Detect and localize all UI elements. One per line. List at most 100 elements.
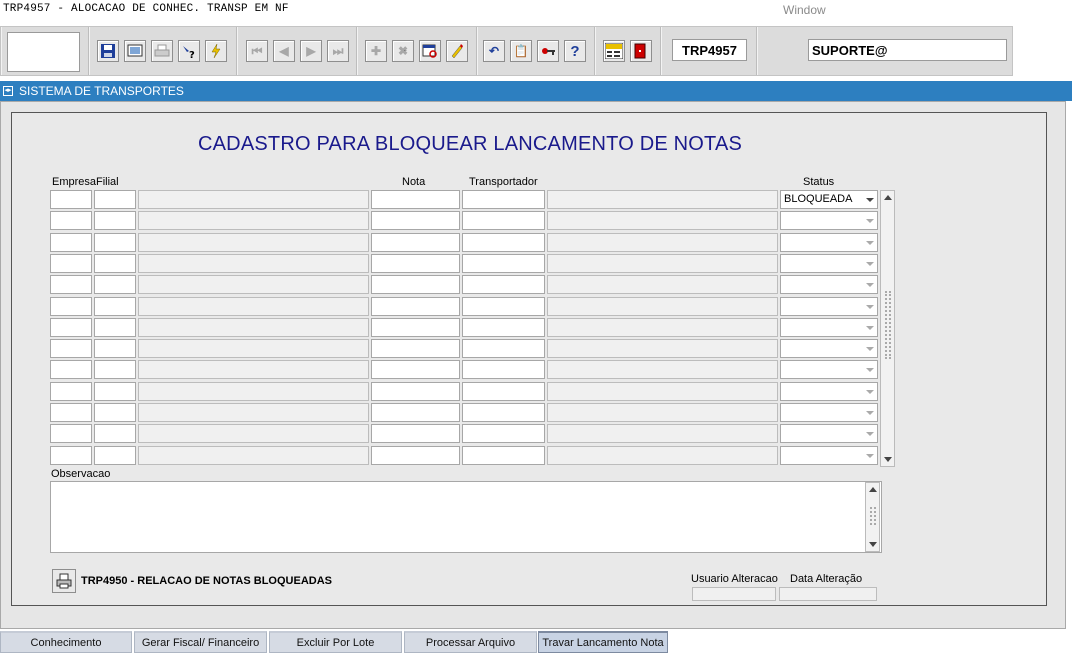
filial-field[interactable] — [94, 211, 136, 231]
empresa-field[interactable] — [50, 381, 92, 401]
chevron-down-icon[interactable] — [866, 304, 874, 309]
nota-field[interactable] — [371, 317, 460, 337]
nota-field[interactable] — [371, 424, 460, 444]
report-print-button[interactable] — [52, 569, 76, 593]
scroll-down-icon[interactable] — [884, 457, 892, 462]
scroll-down-icon[interactable] — [869, 542, 877, 547]
filial-field[interactable] — [94, 232, 136, 252]
chevron-down-icon[interactable] — [866, 198, 874, 202]
status-select[interactable] — [780, 211, 878, 231]
empresa-field[interactable] — [50, 403, 92, 422]
filial-field[interactable] — [94, 403, 136, 422]
transportador-field[interactable] — [462, 190, 545, 209]
nota-field[interactable] — [371, 296, 460, 316]
key-button[interactable] — [537, 40, 559, 62]
last-record-button[interactable]: ⏭ — [327, 40, 349, 62]
nota-field[interactable] — [371, 232, 460, 252]
nota-field[interactable] — [371, 211, 460, 231]
tab-gerar-fiscal-financeiro[interactable]: Gerar Fiscal/ Financeiro — [134, 631, 267, 653]
filial-field[interactable] — [94, 275, 136, 295]
status-select[interactable] — [780, 424, 878, 444]
tab-excluir-por-lote[interactable]: Excluir Por Lote — [269, 631, 402, 653]
nota-field[interactable] — [371, 381, 460, 401]
transportador-field[interactable] — [462, 424, 545, 444]
empresa-field[interactable] — [50, 296, 92, 316]
exit-button[interactable] — [630, 40, 652, 62]
edit-button[interactable] — [446, 40, 468, 62]
filial-field[interactable] — [94, 190, 136, 209]
nota-field[interactable] — [371, 275, 460, 295]
nota-field[interactable] — [371, 190, 460, 209]
undo-button[interactable]: ↶ — [483, 40, 505, 62]
grid-scrollbar[interactable] — [880, 190, 895, 467]
transportador-field[interactable] — [462, 360, 545, 380]
transportador-field[interactable] — [462, 445, 545, 465]
status-select[interactable] — [780, 317, 878, 337]
filial-field[interactable] — [94, 381, 136, 401]
empresa-field[interactable] — [50, 360, 92, 380]
filial-field[interactable] — [94, 253, 136, 273]
tab-conhecimento[interactable]: Conhecimento — [0, 631, 132, 653]
chevron-down-icon[interactable] — [866, 219, 874, 224]
scroll-grip[interactable] — [885, 291, 891, 359]
nota-field[interactable] — [371, 445, 460, 465]
chevron-down-icon[interactable] — [866, 240, 874, 245]
report-button-label[interactable]: TRP4950 - RELACAO DE NOTAS BLOQUEADAS — [81, 575, 332, 587]
transportador-field[interactable] — [462, 253, 545, 273]
filial-field[interactable] — [94, 445, 136, 465]
chevron-down-icon[interactable] — [866, 453, 874, 458]
nota-field[interactable] — [371, 339, 460, 359]
nota-field[interactable] — [371, 360, 460, 380]
tab-travar-lancamento-nota[interactable]: Travar Lancamento Nota — [538, 631, 668, 653]
chevron-down-icon[interactable] — [866, 411, 874, 415]
chevron-down-icon[interactable] — [866, 389, 874, 394]
observacao-textarea[interactable] — [50, 481, 882, 553]
search-help-button[interactable]: ? — [178, 40, 200, 62]
chevron-down-icon[interactable] — [866, 347, 874, 352]
empresa-field[interactable] — [50, 339, 92, 359]
transportador-field[interactable] — [462, 211, 545, 231]
filial-field[interactable] — [94, 360, 136, 380]
print-button[interactable] — [151, 40, 173, 62]
next-record-button[interactable]: ▶ — [300, 40, 322, 62]
status-select[interactable] — [780, 296, 878, 316]
screen-button[interactable] — [124, 40, 146, 62]
filial-field[interactable] — [94, 339, 136, 359]
transportador-field[interactable] — [462, 232, 545, 252]
transportador-field[interactable] — [462, 296, 545, 316]
empresa-field[interactable] — [50, 424, 92, 444]
status-select[interactable]: BLOQUEADA — [780, 190, 878, 209]
scroll-grip[interactable] — [870, 507, 876, 525]
help-button[interactable]: ? — [564, 40, 586, 62]
empresa-field[interactable] — [50, 445, 92, 465]
status-select[interactable] — [780, 381, 878, 401]
chevron-down-icon[interactable] — [866, 283, 874, 288]
status-select[interactable] — [780, 253, 878, 273]
empresa-field[interactable] — [50, 317, 92, 337]
nota-field[interactable] — [371, 253, 460, 273]
chevron-down-icon[interactable] — [866, 325, 874, 330]
empresa-field[interactable] — [50, 253, 92, 273]
transportador-field[interactable] — [462, 339, 545, 359]
transportador-field[interactable] — [462, 275, 545, 295]
execute-query-button[interactable] — [205, 40, 227, 62]
chevron-down-icon[interactable] — [866, 261, 874, 266]
filial-field[interactable] — [94, 317, 136, 337]
empresa-field[interactable] — [50, 190, 92, 209]
first-record-button[interactable]: ⏮ — [246, 40, 268, 62]
menu-button[interactable]: Menu — [404, 40, 625, 62]
insert-record-button[interactable]: ✚ — [365, 40, 387, 62]
status-select[interactable] — [780, 232, 878, 252]
query-button[interactable] — [419, 40, 441, 62]
chevron-down-icon[interactable] — [866, 368, 874, 373]
previous-record-button[interactable]: ◀ — [273, 40, 295, 62]
save-button[interactable] — [97, 40, 119, 62]
transportador-field[interactable] — [462, 403, 545, 422]
tab-processar-arquivo[interactable]: Processar Arquivo — [404, 631, 537, 653]
scroll-up-icon[interactable] — [869, 487, 877, 492]
filial-field[interactable] — [94, 296, 136, 316]
status-select[interactable] — [780, 339, 878, 359]
transportador-field[interactable] — [462, 381, 545, 401]
observacao-scrollbar[interactable] — [865, 482, 880, 552]
scroll-up-icon[interactable] — [884, 195, 892, 200]
